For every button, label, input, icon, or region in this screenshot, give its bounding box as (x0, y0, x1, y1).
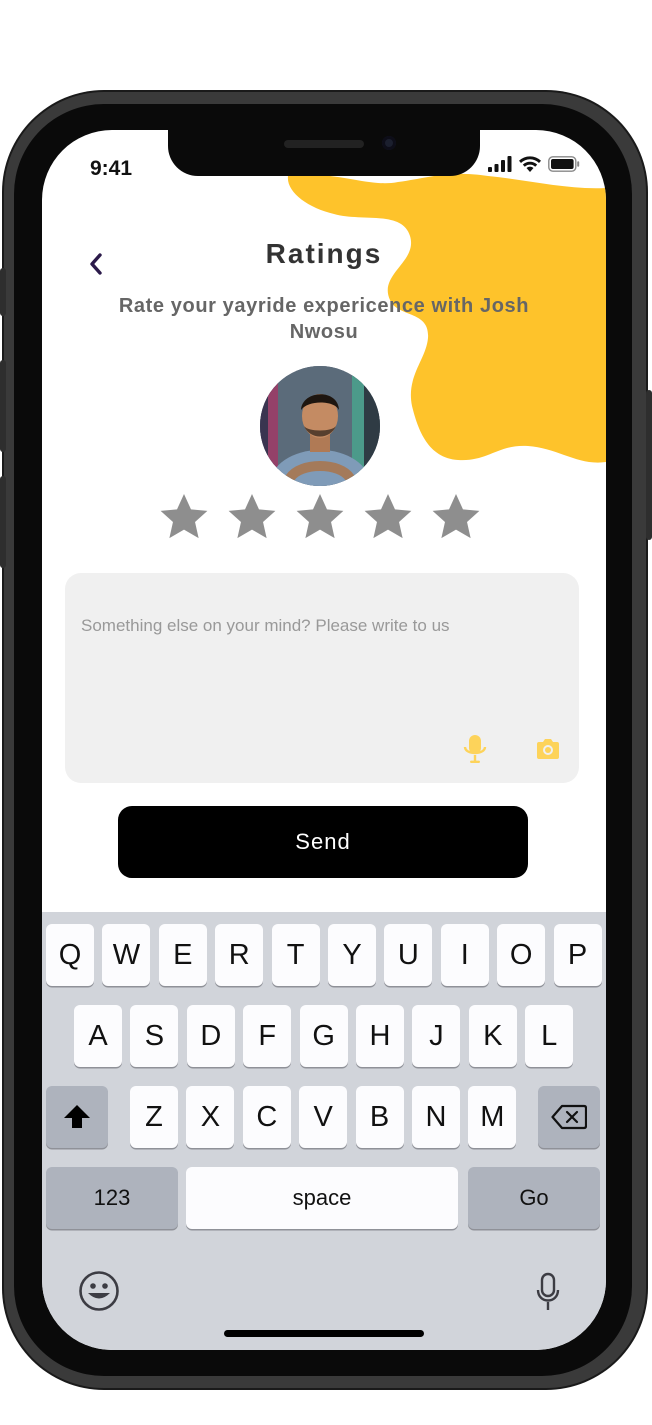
go-key[interactable]: Go (468, 1167, 600, 1229)
key-w[interactable]: W (102, 924, 151, 986)
rating-subtitle: Rate your yayride expericence with Josh … (118, 295, 530, 343)
speaker (284, 140, 364, 148)
battery-icon (548, 156, 580, 172)
key-h[interactable]: H (356, 1005, 404, 1067)
silent-switch (0, 268, 6, 316)
star-1[interactable] (157, 490, 211, 544)
app-screen: 9:41 Ratings Rate your yayride expericen… (42, 130, 606, 1350)
key-o[interactable]: O (497, 924, 546, 986)
power-button (646, 390, 652, 540)
key-k[interactable]: K (468, 1005, 517, 1067)
key-t[interactable]: T (271, 924, 320, 986)
shift-icon (64, 1105, 90, 1128)
shift-key[interactable] (46, 1086, 108, 1148)
star-2[interactable] (225, 490, 279, 544)
driver-photo (260, 366, 380, 486)
feedback-placeholder: Something else on your mind? Please writ… (81, 616, 450, 635)
key-z[interactable]: Z (130, 1086, 178, 1148)
key-v[interactable]: V (299, 1086, 348, 1148)
driver-avatar (260, 366, 380, 486)
key-g[interactable]: G (299, 1005, 348, 1067)
camera-icon[interactable] (535, 737, 561, 761)
key-u[interactable]: U (384, 924, 433, 986)
key-a[interactable]: A (74, 1005, 122, 1067)
space-key[interactable]: space (186, 1167, 458, 1229)
notch (168, 130, 480, 176)
page-title: Ratings (265, 238, 383, 269)
volume-up-button (0, 360, 6, 452)
key-n[interactable]: N (412, 1086, 460, 1148)
emoji-icon[interactable] (78, 1270, 120, 1312)
key-x[interactable]: X (186, 1086, 235, 1148)
dictation-icon[interactable] (536, 1272, 560, 1312)
key-r[interactable]: R (215, 924, 264, 986)
key-y[interactable]: Y (328, 924, 376, 986)
front-camera (382, 136, 396, 150)
key-j[interactable]: J (412, 1005, 461, 1067)
status-time: 9:41 (90, 157, 133, 180)
star-5[interactable] (429, 490, 483, 544)
key-s[interactable]: S (130, 1005, 179, 1067)
status-icons (488, 156, 580, 172)
microphone-icon[interactable] (461, 733, 489, 765)
signal-icon (488, 156, 512, 172)
star-4[interactable] (361, 490, 415, 544)
wifi-icon (519, 156, 541, 172)
star-rating (157, 490, 483, 544)
keyboard: QWERTYUIOP ASDFGHJKL ZXCVBNM 123 space G… (42, 912, 606, 1350)
key-c[interactable]: C (242, 1086, 291, 1148)
key-m[interactable]: M (468, 1086, 517, 1148)
backspace-icon (551, 1104, 587, 1130)
key-i[interactable]: I (440, 924, 489, 986)
star-3[interactable] (293, 490, 347, 544)
volume-down-button (0, 476, 6, 568)
key-d[interactable]: D (186, 1005, 235, 1067)
key-b[interactable]: B (355, 1086, 404, 1148)
home-indicator (224, 1330, 424, 1337)
key-p[interactable]: P (553, 924, 602, 986)
key-q[interactable]: Q (46, 924, 94, 986)
key-l[interactable]: L (525, 1005, 574, 1067)
send-button[interactable]: Send (118, 806, 528, 878)
backspace-key[interactable] (538, 1086, 600, 1148)
key-f[interactable]: F (243, 1005, 292, 1067)
key-e[interactable]: E (158, 924, 207, 986)
numbers-key[interactable]: 123 (46, 1167, 178, 1229)
feedback-textarea[interactable]: Something else on your mind? Please writ… (65, 573, 579, 783)
